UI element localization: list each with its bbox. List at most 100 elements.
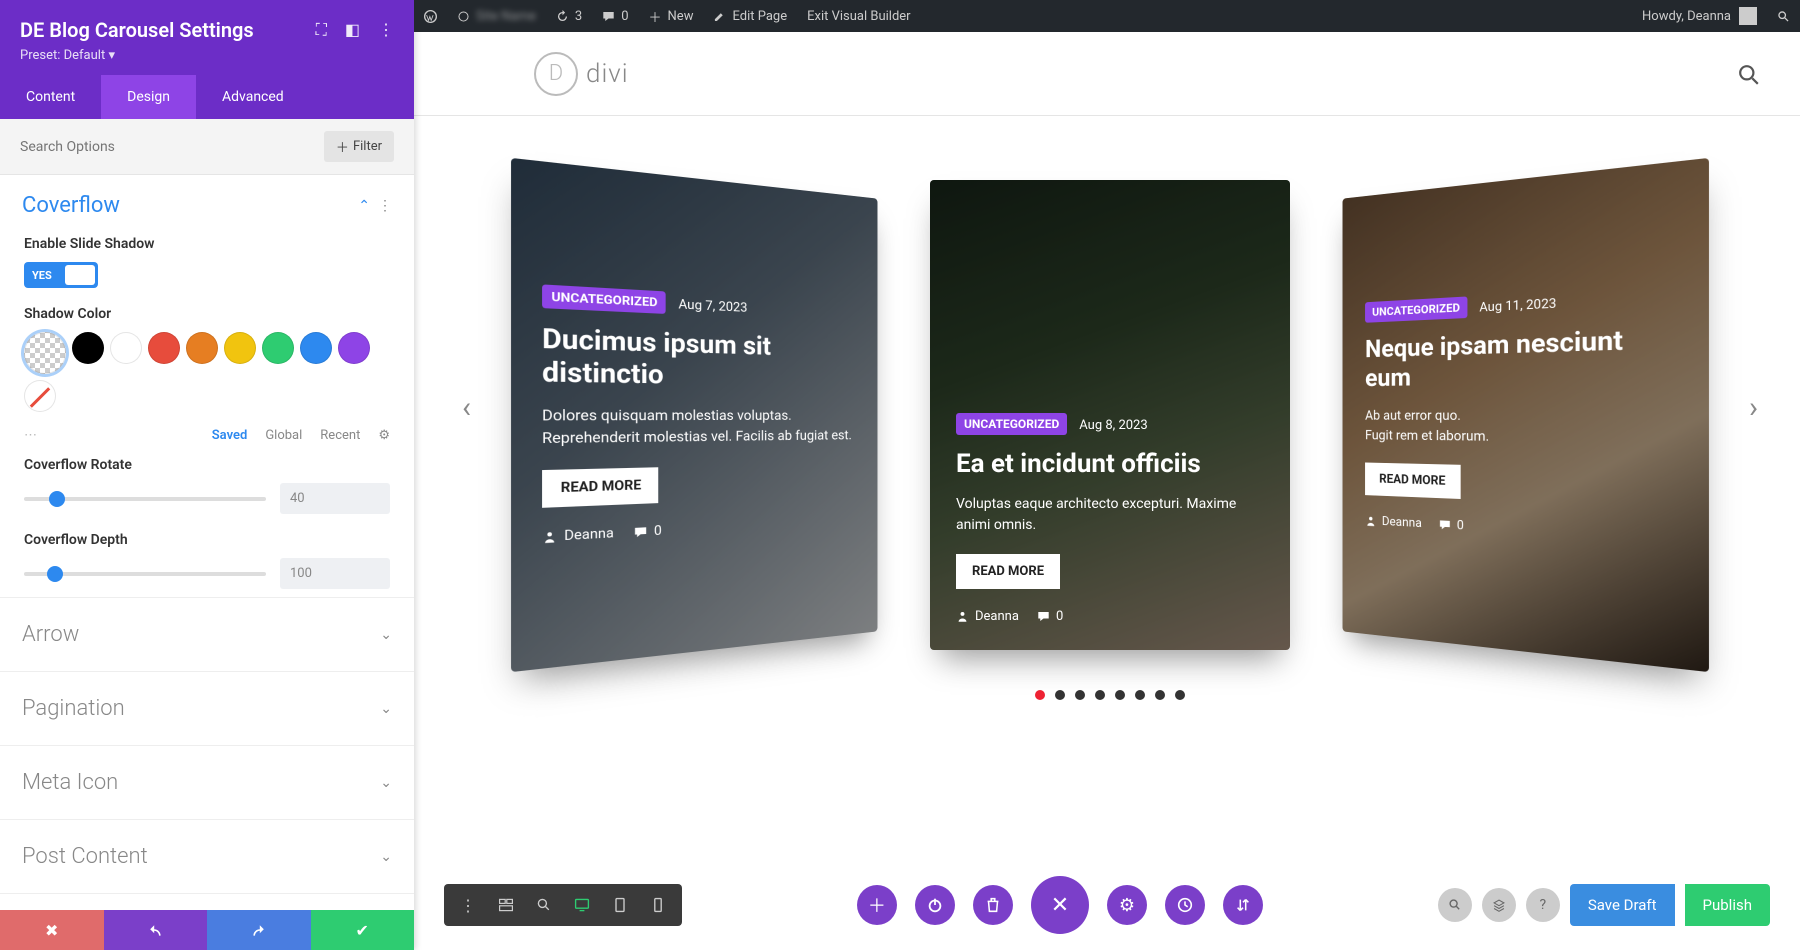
field-label: Coverflow Rotate — [24, 457, 390, 473]
swatch-color[interactable] — [338, 332, 370, 364]
swatch-color[interactable] — [110, 332, 142, 364]
pagination-dot[interactable] — [1115, 690, 1125, 700]
history-button[interactable] — [1165, 885, 1205, 925]
post-title: Ea et incidunt officiis — [956, 449, 1264, 480]
section-post-content[interactable]: Post Content⌄ — [0, 819, 414, 893]
updates-item[interactable]: 3 — [546, 0, 592, 32]
pagination-dot[interactable] — [1155, 690, 1165, 700]
save-draft-button[interactable]: Save Draft — [1570, 884, 1675, 926]
settings-button[interactable]: ⚙ — [1107, 885, 1147, 925]
carousel-card[interactable]: UNCATEGORIZEDAug 7, 2023 Ducimus ipsum s… — [511, 158, 877, 672]
exit-visual-builder[interactable]: Exit Visual Builder — [797, 0, 920, 32]
carousel-card[interactable]: UNCATEGORIZEDAug 11, 2023 Neque ipsam ne… — [1343, 158, 1709, 672]
swatch-color[interactable] — [148, 332, 180, 364]
avatar — [1739, 7, 1757, 25]
publish-button[interactable]: Publish — [1685, 884, 1770, 926]
desktop-icon[interactable] — [564, 887, 600, 923]
toggle-enable-shadow[interactable]: YES — [24, 262, 98, 288]
redo-button[interactable] — [207, 910, 311, 950]
panel-title: DE Blog Carousel Settings — [20, 18, 308, 42]
cancel-button[interactable]: ✖ — [0, 910, 104, 950]
edit-page-item[interactable]: Edit Page — [703, 0, 797, 32]
search-input[interactable] — [20, 139, 324, 155]
carousel-next[interactable]: › — [1749, 390, 1758, 425]
swatch-tab-saved[interactable]: Saved — [212, 428, 248, 443]
tab-design[interactable]: Design — [101, 75, 196, 119]
swatch-color[interactable] — [186, 332, 218, 364]
swatch-settings-icon[interactable]: ⚙ — [378, 428, 390, 443]
layers-button[interactable] — [1482, 888, 1516, 922]
more-icon[interactable]: ⋮ — [378, 20, 394, 40]
dock-icon[interactable]: ◧ — [345, 20, 360, 40]
swatch-color[interactable] — [300, 332, 332, 364]
swatch-tab-recent[interactable]: Recent — [320, 428, 360, 443]
zoom-icon[interactable] — [526, 887, 562, 923]
add-button[interactable]: ＋ — [857, 885, 897, 925]
tab-advanced[interactable]: Advanced — [196, 75, 310, 119]
tab-content[interactable]: Content — [0, 75, 101, 119]
power-button[interactable] — [915, 885, 955, 925]
swatch-color[interactable] — [262, 332, 294, 364]
swatch-tab-global[interactable]: Global — [265, 428, 302, 443]
field-enable-slide-shadow: Enable Slide Shadow YES — [0, 226, 414, 296]
slider-rotate[interactable] — [24, 497, 266, 501]
author-meta: Deanna — [1365, 514, 1422, 531]
pagination-dot[interactable] — [1095, 690, 1105, 700]
field-coverflow-rotate: Coverflow Rotate — [0, 447, 414, 522]
pagination-dot[interactable] — [1055, 690, 1065, 700]
close-builder-button[interactable]: ✕ — [1031, 876, 1089, 934]
undo-button[interactable] — [104, 910, 208, 950]
site-logo[interactable]: D divi — [534, 52, 629, 96]
drag-handle-icon[interactable]: ⋯ — [24, 428, 39, 443]
section-coverflow-header[interactable]: Coverflow ⌃ ⋮ — [0, 175, 414, 226]
pagination-dot[interactable] — [1135, 690, 1145, 700]
category-badge: UNCATEGORIZED — [542, 284, 666, 314]
carousel-card[interactable]: UNCATEGORIZEDAug 8, 2023 Ea et incidunt … — [930, 180, 1290, 650]
comment-icon — [634, 525, 648, 539]
new-item[interactable]: ＋New — [639, 0, 704, 32]
tablet-icon[interactable] — [602, 887, 638, 923]
wp-admin-bar: Site Name 3 0 ＋New Edit Page Exit Visual… — [414, 0, 1800, 32]
preset-selector[interactable]: Preset: Default ▾ — [20, 48, 394, 63]
page-header: D divi — [414, 32, 1800, 116]
pagination-dot[interactable] — [1035, 690, 1045, 700]
mobile-icon[interactable] — [640, 887, 676, 923]
post-date: Aug 8, 2023 — [1079, 418, 1147, 433]
section-options-icon[interactable]: ⋮ — [378, 198, 392, 214]
read-more-button[interactable]: READ MORE — [1365, 463, 1461, 499]
swatch-color[interactable] — [224, 332, 256, 364]
focus-icon[interactable]: ⛶ — [316, 20, 327, 40]
sort-button[interactable] — [1223, 885, 1263, 925]
input-rotate-value[interactable] — [280, 483, 390, 514]
color-swatches — [24, 332, 390, 412]
section-arrow[interactable]: Arrow⌄ — [0, 597, 414, 671]
page-search-icon[interactable] — [1738, 61, 1760, 86]
section-pagination[interactable]: Pagination⌄ — [0, 671, 414, 745]
find-button[interactable] — [1438, 888, 1472, 922]
site-name[interactable]: Site Name — [447, 0, 546, 32]
swatch-color[interactable] — [72, 332, 104, 364]
slider-depth[interactable] — [24, 572, 266, 576]
input-depth-value[interactable] — [280, 558, 390, 589]
comments-item[interactable]: 0 — [592, 0, 638, 32]
help-button[interactable]: ? — [1526, 888, 1560, 922]
pagination-dot[interactable] — [1075, 690, 1085, 700]
filter-button[interactable]: ＋Filter — [324, 131, 394, 162]
read-more-button[interactable]: READ MORE — [956, 554, 1060, 589]
wp-logo[interactable] — [414, 0, 447, 32]
carousel-prev[interactable]: ‹ — [462, 390, 471, 425]
trash-button[interactable] — [973, 885, 1013, 925]
swatch-none[interactable] — [24, 380, 56, 412]
swatch-transparent[interactable] — [24, 332, 66, 374]
wireframe-icon[interactable] — [488, 887, 524, 923]
adminbar-search[interactable] — [1767, 0, 1800, 32]
more-icon[interactable]: ⋮ — [450, 887, 486, 923]
howdy-user[interactable]: Howdy, Deanna — [1632, 7, 1767, 25]
section-meta-icon[interactable]: Meta Icon⌄ — [0, 745, 414, 819]
pagination-dot[interactable] — [1175, 690, 1185, 700]
chevron-up-icon[interactable]: ⌃ — [358, 198, 370, 214]
view-controls: ⋮ — [444, 884, 682, 926]
section-category[interactable]: Category⌄ — [0, 893, 414, 910]
read-more-button[interactable]: READ MORE — [542, 467, 658, 508]
confirm-button[interactable]: ✔ — [311, 910, 415, 950]
